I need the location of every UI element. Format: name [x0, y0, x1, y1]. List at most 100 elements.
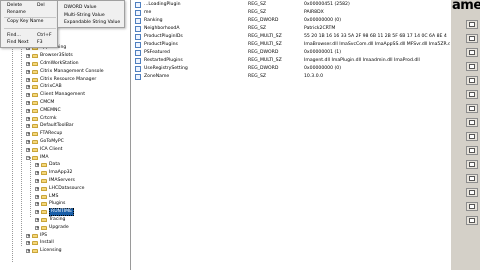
tree-item[interactable]: + Browser3Slots [26, 53, 73, 59]
folder-icon [32, 85, 38, 90]
menu-item-rename[interactable]: Rename [7, 10, 26, 15]
expand-toggle-icon[interactable]: + [26, 93, 30, 98]
registry-value-list[interactable]: ...LoadingPlugin REG_SZ 0x00000451 (2582) m… [132, 0, 450, 270]
toolbar-button[interactable] [466, 76, 478, 85]
tree-item[interactable]: + IPS [26, 233, 47, 239]
value-data: 0x00000001 (1) [304, 50, 341, 55]
tree-item[interactable]: + Data [35, 162, 60, 168]
expand-toggle-icon[interactable]: + [35, 210, 39, 215]
folder-icon [41, 225, 47, 230]
submenu-item-multi-string-value[interactable]: Multi-String Value [64, 13, 105, 18]
tree-item[interactable]: + FTARecup [26, 131, 62, 137]
folder-icon [32, 62, 38, 66]
toolbar-button[interactable] [466, 48, 478, 57]
expand-toggle-icon[interactable]: + [26, 101, 30, 105]
tree-item[interactable]: + Client Management [26, 92, 85, 98]
expand-toggle-icon[interactable]: + [35, 163, 39, 168]
value-row[interactable]: ProductPluginIDs REG_MULTI_SZ 55 20 1B 16 … [132, 33, 450, 41]
tree-item[interactable]: + Citrix Management Console [26, 69, 104, 75]
tree-item[interactable]: + Tracing [35, 217, 65, 223]
value-row[interactable]: ProductPlugins REG_MULTI_SZ ImaBrowser.dll… [132, 41, 450, 49]
toolbar-button[interactable] [466, 160, 478, 169]
expand-toggle-icon[interactable]: + [26, 54, 30, 59]
expand-toggle-icon[interactable]: + [26, 62, 30, 66]
tree-item[interactable]: + Citrix Resource Manager [26, 77, 96, 83]
toolbar-button[interactable] [466, 188, 478, 197]
toolbar-button-icon [469, 64, 475, 69]
menu-item-find[interactable]: Find... [7, 33, 21, 38]
expand-toggle-icon[interactable]: + [26, 69, 30, 74]
tree-item[interactable]: + Install [26, 240, 54, 246]
expand-toggle-icon[interactable]: + [26, 233, 30, 238]
tree-item[interactable]: + LMS [35, 194, 58, 200]
value-row[interactable]: ZoneName REG_SZ 10.3.0.0 [132, 73, 450, 81]
expand-toggle-icon[interactable]: + [26, 147, 30, 152]
expand-toggle-icon[interactable]: + [26, 108, 30, 113]
tree-item[interactable]: + GoToMyPC [26, 139, 64, 145]
expand-toggle-icon[interactable]: + [35, 179, 39, 183]
tree-item[interactable]: + Licensing [26, 248, 62, 254]
toolbar-button[interactable] [466, 104, 478, 113]
menu-item-delete[interactable]: Delete [7, 3, 22, 8]
value-name: PSFeatured [144, 50, 170, 55]
toolbar-button[interactable] [466, 20, 478, 29]
toolbar-button[interactable] [466, 132, 478, 141]
expand-toggle-icon[interactable]: + [35, 194, 39, 199]
tree-item-label: Crtcmk [40, 115, 57, 121]
expand-toggle-icon[interactable]: + [26, 241, 30, 246]
expand-toggle-icon[interactable]: + [26, 140, 30, 144]
tree-item[interactable]: + CMCM [26, 100, 54, 106]
expand-toggle-icon[interactable]: + [26, 116, 30, 121]
tree-item-label: IMA [40, 154, 49, 160]
tree-item[interactable]: + LHCDatasource [35, 186, 84, 192]
toolbar-button[interactable] [466, 90, 478, 99]
expand-toggle-icon[interactable]: + [26, 77, 30, 82]
toolbar-button-icon [469, 106, 475, 111]
expand-toggle-icon[interactable]: + [35, 171, 39, 176]
submenu-item-dword-value[interactable]: DWORD Value [64, 5, 97, 10]
value-type: REG_SZ [248, 74, 267, 79]
folder-icon [32, 116, 38, 121]
submenu-item-expandable-string-value[interactable]: Expandable String Value [64, 20, 120, 25]
expand-toggle-icon[interactable]: + [26, 124, 30, 129]
toolbar-button-icon [469, 162, 475, 167]
value-row[interactable]: UseRegistrySetting REG_DWORD 0x00000000 (0… [132, 65, 450, 73]
tree-item[interactable]: + Plugins [35, 201, 65, 207]
tree-item[interactable]: + Upgrade [35, 225, 69, 231]
expand-toggle-icon[interactable]: + [26, 132, 30, 137]
value-row[interactable]: Ranking REG_DWORD 0x00000000 (0) [132, 17, 450, 25]
toolbar-button[interactable] [466, 174, 478, 183]
tree-item[interactable]: + CdmWorkStation [26, 61, 79, 67]
expand-toggle-icon[interactable]: + [35, 186, 39, 191]
folder-icon [41, 186, 47, 191]
menu-item-copy-key-name[interactable]: Copy Key Name [7, 19, 43, 24]
tree-item[interactable]: + DefaultToolBar [26, 123, 74, 129]
tree-item[interactable]: + IMAServers [35, 178, 75, 184]
menu-item-find-next[interactable]: Find Next [7, 40, 29, 45]
expand-toggle-icon[interactable]: + [26, 85, 30, 90]
expand-toggle-icon[interactable]: + [35, 218, 39, 222]
tree-item[interactable]: + ICA Client [26, 147, 62, 153]
tree-item[interactable]: + RUNTIME [35, 208, 75, 217]
toolbar-button[interactable] [466, 34, 478, 43]
tree-item[interactable]: + Crtcmk [26, 116, 57, 122]
value-row[interactable]: RestartedPlugins REG_MULTI_SZ Imagent.dll … [132, 57, 450, 65]
toolbar-button[interactable] [466, 216, 478, 225]
toolbar-button[interactable] [466, 146, 478, 155]
value-row[interactable]: NeighborhoodA REG_SZ Patrick2CRTM [132, 25, 450, 33]
value-type: REG_DWORD [248, 50, 279, 55]
expand-toggle-icon[interactable]: + [35, 202, 39, 207]
toolbar-button[interactable] [466, 202, 478, 211]
toolbar-button[interactable] [466, 62, 478, 71]
expand-toggle-icon[interactable]: + [26, 249, 30, 254]
value-row[interactable]: PSFeatured REG_DWORD 0x00000001 (1) [132, 49, 450, 57]
tree-item[interactable]: + ImaApp32 [35, 170, 72, 176]
toolbar-button[interactable] [466, 118, 478, 127]
registry-value-icon [135, 2, 141, 8]
tree-item[interactable]: + CMEMNC [26, 108, 61, 114]
expand-toggle-icon[interactable]: + [35, 225, 39, 230]
value-row[interactable]: me REG_SZ PAIR8DX [132, 9, 450, 17]
tree-item[interactable]: + CitrixCAB [26, 84, 62, 90]
value-name: ...LoadingPlugin [144, 2, 181, 7]
value-row[interactable]: ...LoadingPlugin REG_SZ 0x00000451 (2582) [132, 1, 450, 9]
